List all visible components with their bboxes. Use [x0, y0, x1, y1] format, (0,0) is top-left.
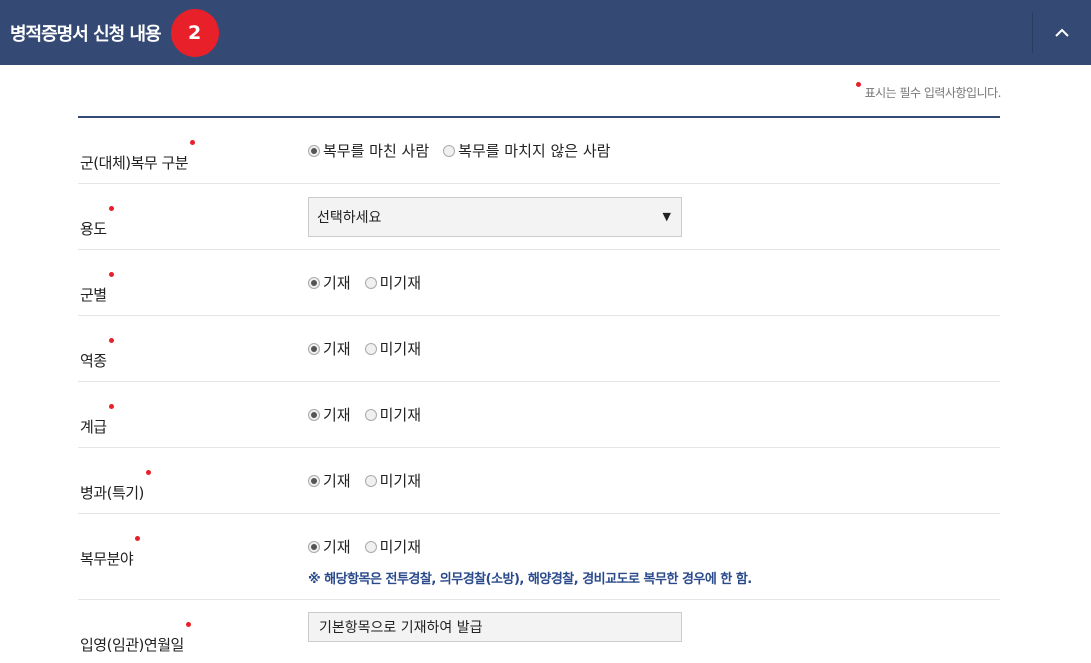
row-service-category: 역종 기재 미기재 — [78, 316, 1000, 382]
required-note: 표시는 필수 입력사항입니다. — [855, 82, 1002, 101]
radio-checked-icon[interactable] — [308, 474, 320, 487]
row-label: 용도 — [80, 206, 114, 239]
radio-checked-icon[interactable] — [308, 342, 320, 355]
service-field-note: ※ 해당항목은 전투경찰, 의무경찰(소방), 해양경찰, 경비교도로 복무한 … — [308, 572, 752, 587]
radio-checked-icon[interactable] — [308, 144, 320, 157]
row-label: 병과(특기) — [80, 470, 151, 503]
application-form: 군(대체)복무 구분 복무를 마친 사람 복무를 마치지 않은 사람 용도 선택… — [78, 116, 1000, 660]
radio-include[interactable]: 기재 — [308, 404, 351, 425]
radio-unchecked-icon[interactable] — [364, 276, 377, 289]
chevron-up-icon — [1055, 28, 1069, 37]
radio-exclude[interactable]: 미기재 — [364, 272, 421, 293]
step-badge: 2 — [170, 8, 219, 57]
radio-include[interactable]: 기재 — [308, 272, 351, 293]
radio-include[interactable]: 기재 — [308, 470, 351, 491]
section-header: 병적증명서 신청 내용 2 — [0, 0, 1091, 65]
row-service-type: 군(대체)복무 구분 복무를 마친 사람 복무를 마치지 않은 사람 — [78, 118, 1000, 184]
row-military-branch: 군별 기재 미기재 — [78, 250, 1000, 316]
radio-completed-service[interactable]: 복무를 마친 사람 — [308, 140, 429, 161]
required-dot-icon — [108, 338, 114, 343]
radio-exclude[interactable]: 미기재 — [364, 404, 421, 425]
enlistment-date-field: 기본항목으로 기재하여 발급 — [308, 612, 682, 642]
row-label: 역종 — [80, 338, 114, 371]
required-dot-icon — [855, 82, 861, 87]
required-dot-icon — [190, 140, 196, 145]
radio-group-military-branch: 기재 미기재 — [308, 272, 435, 293]
radio-group-service-field: 기재 미기재 — [308, 536, 435, 557]
radio-checked-icon[interactable] — [308, 540, 320, 553]
radio-exclude[interactable]: 미기재 — [364, 536, 421, 557]
required-dot-icon — [135, 536, 141, 541]
row-service-field: 복무분야 기재 미기재 ※ 해당항목은 전투경찰, 의무경찰(소방), 해양경찰… — [78, 514, 1000, 600]
radio-checked-icon[interactable] — [308, 408, 320, 421]
required-dot-icon — [145, 470, 151, 475]
purpose-select[interactable]: 선택하세요 ▼ — [308, 197, 682, 237]
required-dot-icon — [185, 622, 191, 627]
row-specialty: 병과(특기) 기재 미기재 — [78, 448, 1000, 514]
required-dot-icon — [108, 272, 114, 277]
radio-exclude[interactable]: 미기재 — [364, 338, 421, 359]
radio-unchecked-icon[interactable] — [364, 540, 377, 553]
triangle-down-icon: ▼ — [662, 210, 671, 223]
row-rank: 계급 기재 미기재 — [78, 382, 1000, 448]
row-label: 복무분야 — [80, 536, 141, 569]
required-dot-icon — [108, 206, 114, 211]
radio-group-service-type: 복무를 마친 사람 복무를 마치지 않은 사람 — [308, 140, 624, 161]
radio-group-rank: 기재 미기재 — [308, 404, 435, 425]
radio-exclude[interactable]: 미기재 — [364, 470, 421, 491]
row-enlistment-date: 입영(임관)연월일 기본항목으로 기재하여 발급 — [78, 600, 1000, 660]
radio-group-service-category: 기재 미기재 — [308, 338, 435, 359]
required-dot-icon — [108, 404, 114, 409]
row-label: 군(대체)복무 구분 — [80, 140, 196, 173]
radio-include[interactable]: 기재 — [308, 338, 351, 359]
row-purpose: 용도 선택하세요 ▼ — [78, 184, 1000, 250]
row-label: 군별 — [80, 272, 114, 305]
radio-unchecked-icon[interactable] — [364, 408, 377, 421]
radio-unchecked-icon[interactable] — [364, 474, 377, 487]
radio-checked-icon[interactable] — [308, 276, 320, 289]
radio-not-completed-service[interactable]: 복무를 마치지 않은 사람 — [443, 140, 610, 161]
row-label: 계급 — [80, 404, 114, 437]
section-title: 병적증명서 신청 내용 — [10, 23, 162, 45]
collapse-button[interactable] — [1033, 0, 1091, 65]
radio-unchecked-icon[interactable] — [364, 342, 377, 355]
radio-group-specialty: 기재 미기재 — [308, 470, 435, 491]
row-label: 입영(임관)연월일 — [80, 622, 191, 655]
radio-include[interactable]: 기재 — [308, 536, 351, 557]
radio-unchecked-icon[interactable] — [443, 144, 456, 157]
